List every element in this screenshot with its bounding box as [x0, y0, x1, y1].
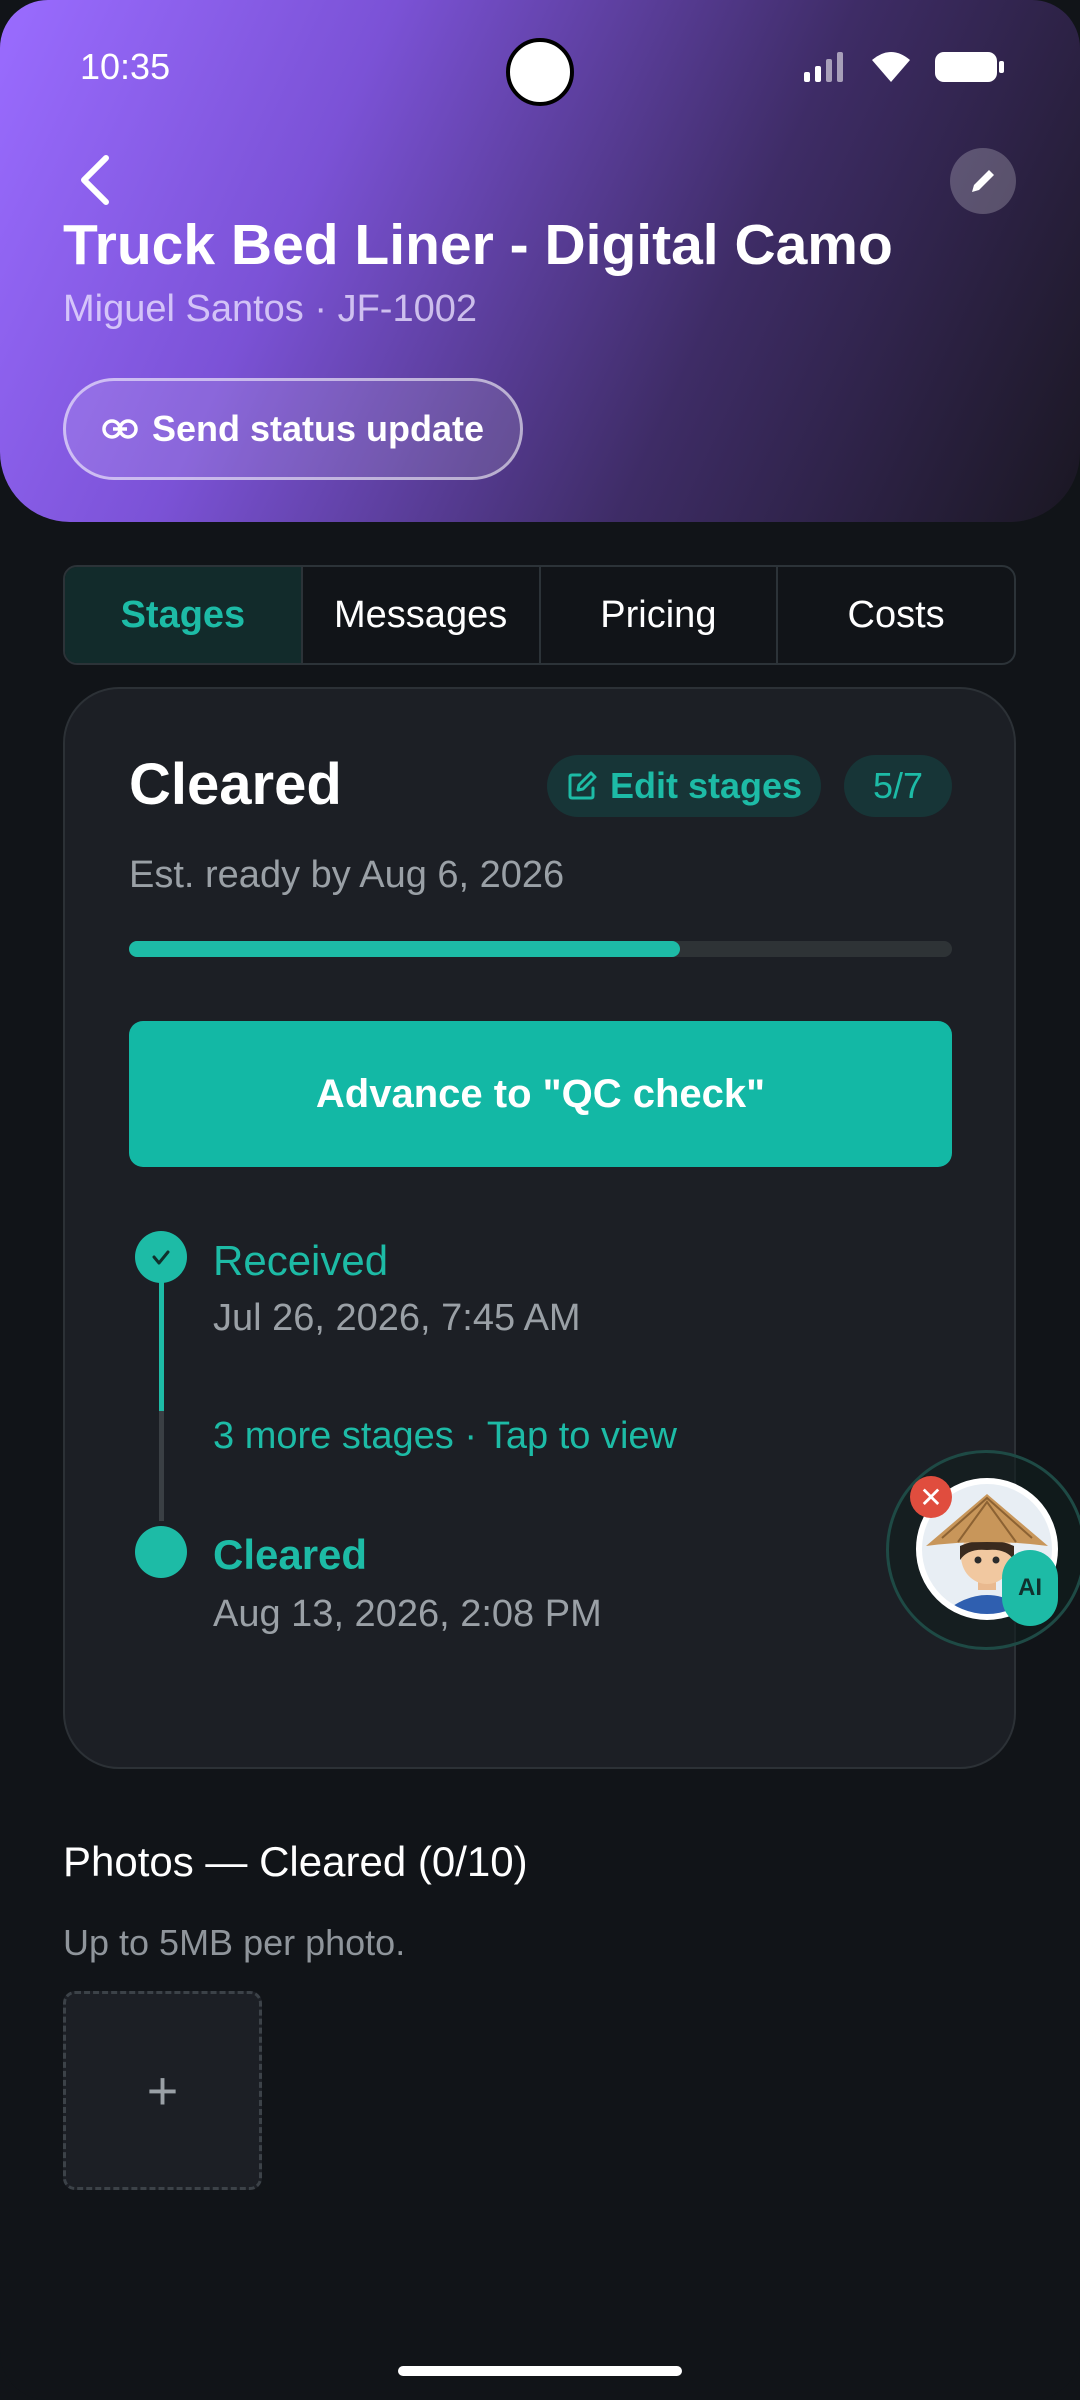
- back-button[interactable]: [70, 150, 120, 210]
- signal-icon: [804, 52, 843, 82]
- tab-costs[interactable]: Costs: [778, 567, 1014, 663]
- advance-stage-button[interactable]: Advance to "QC check": [129, 1021, 952, 1167]
- tab-stages[interactable]: Stages: [65, 567, 303, 663]
- photos-section-title: Photos — Cleared (0/10): [63, 1838, 528, 1885]
- job-subtitle: Miguel Santos · JF-1002: [63, 288, 477, 330]
- status-time: 10:35: [80, 46, 171, 87]
- app-screen: 10:35 Truck Bed Liner - Digital Camo Mig…: [0, 0, 1080, 2400]
- camera-cutout: [506, 38, 574, 106]
- tab-bar: Stages Messages Pricing Costs: [63, 565, 1016, 665]
- more-stages-link[interactable]: 3 more stages · Tap to view: [213, 1415, 677, 1458]
- edit-square-icon: [568, 771, 597, 800]
- close-ai-assistant-button[interactable]: ✕: [910, 1476, 952, 1518]
- close-icon: ✕: [919, 1481, 943, 1513]
- edit-job-button[interactable]: [950, 148, 1016, 214]
- battery-icon: [935, 52, 1004, 82]
- timeline-dot-cleared: [135, 1526, 187, 1578]
- timeline-stage-received: Received: [213, 1237, 389, 1284]
- timeline-stage-cleared: Cleared: [213, 1531, 368, 1578]
- job-header: 10:35 Truck Bed Liner - Digital Camo Mig…: [0, 0, 1080, 522]
- chevron-left-icon: [81, 155, 109, 205]
- timeline-date-received: Jul 26, 2026, 7:45 AM: [213, 1297, 581, 1339]
- timeline-line-completed: [159, 1281, 164, 1411]
- ai-badge: AI: [1002, 1550, 1058, 1626]
- status-icons: [802, 50, 1006, 84]
- edit-stages-label: Edit stages: [609, 765, 803, 806]
- home-indicator[interactable]: [398, 2366, 682, 2376]
- plus-icon: +: [146, 2060, 179, 2121]
- timeline-line-collapsed: [159, 1411, 164, 1521]
- page-title: Truck Bed Liner - Digital Camo: [63, 213, 893, 277]
- stage-progress-fill: [129, 941, 681, 957]
- timeline-dot-received: [135, 1231, 187, 1283]
- stage-counter-badge: 5/7: [844, 755, 952, 817]
- link-icon: [102, 419, 138, 439]
- wifi-icon: [872, 52, 910, 82]
- send-status-update-button[interactable]: Send status update: [63, 378, 523, 480]
- send-status-update-label: Send status update: [151, 408, 485, 449]
- timeline-date-cleared: Aug 13, 2026, 2:08 PM: [213, 1593, 602, 1635]
- estimated-ready-date: Est. ready by Aug 6, 2026: [129, 854, 565, 896]
- tab-pricing[interactable]: Pricing: [541, 567, 779, 663]
- photos-size-hint: Up to 5MB per photo.: [63, 1922, 406, 1963]
- stage-card: Cleared Edit stages 5/7 Est. ready by Au…: [63, 687, 1016, 1769]
- current-stage-title: Cleared: [129, 752, 342, 817]
- check-icon: [152, 1250, 170, 1265]
- tab-messages[interactable]: Messages: [303, 567, 541, 663]
- pencil-icon: [972, 170, 994, 192]
- edit-stages-button[interactable]: Edit stages: [547, 755, 821, 817]
- stage-progress-bar: [129, 941, 952, 957]
- add-photo-button[interactable]: +: [63, 1991, 262, 2190]
